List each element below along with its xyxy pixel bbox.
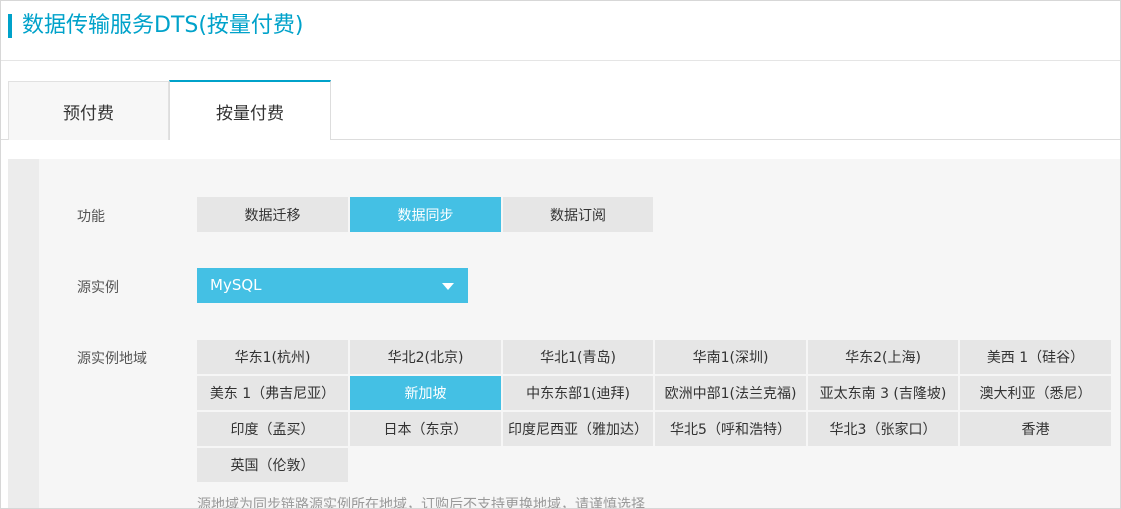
source-instance-select[interactable]: MySQL — [197, 268, 468, 303]
purchase-page: 数据传输服务DTS(按量付费) 预付费 按量付费 功能 数据迁移 数据同步 数据… — [0, 0, 1121, 509]
region-option[interactable]: 华南1(深圳) — [655, 340, 806, 374]
region-option[interactable]: 欧洲中部1(法兰克福) — [655, 376, 806, 410]
region-option[interactable]: 美东 1（弗吉尼亚） — [197, 376, 348, 410]
region-option[interactable]: 华北2(北京) — [350, 340, 501, 374]
function-option-migration[interactable]: 数据迁移 — [197, 197, 348, 232]
billing-tabs: 预付费 按量付费 — [1, 80, 1120, 141]
tab-pay-as-you-go[interactable]: 按量付费 — [169, 80, 331, 141]
function-option-subscribe[interactable]: 数据订阅 — [503, 197, 653, 232]
source-instance-label: 源实例 — [77, 280, 119, 296]
function-option-sync[interactable]: 数据同步 — [350, 197, 501, 232]
region-option[interactable]: 华北5（呼和浩特） — [655, 412, 806, 446]
region-option[interactable]: 香港 — [960, 412, 1111, 446]
page-header: 数据传输服务DTS(按量付费) — [1, 1, 1120, 61]
region-option[interactable]: 华北3（张家口） — [808, 412, 958, 446]
region-option[interactable]: 新加坡 — [350, 376, 501, 410]
panel-gutter — [8, 159, 39, 508]
tab-prepaid[interactable]: 预付费 — [8, 81, 169, 140]
region-option[interactable]: 华北1(青岛) — [503, 340, 653, 374]
region-option[interactable]: 英国（伦敦） — [197, 448, 348, 482]
region-option[interactable]: 华东2(上海) — [808, 340, 958, 374]
region-option[interactable]: 日本（东京） — [350, 412, 501, 446]
chevron-down-icon — [442, 283, 454, 290]
region-option[interactable]: 美西 1（硅谷） — [960, 340, 1111, 374]
region-option[interactable]: 印度（孟买） — [197, 412, 348, 446]
function-label: 功能 — [77, 209, 105, 225]
region-option[interactable]: 中东东部1(迪拜) — [503, 376, 653, 410]
region-option[interactable]: 华东1(杭州) — [197, 340, 348, 374]
region-option[interactable]: 亚太东南 3 (吉隆坡) — [808, 376, 958, 410]
source-instance-value: MySQL — [210, 276, 262, 294]
page-title: 数据传输服务DTS(按量付费) — [22, 13, 304, 38]
region-option[interactable]: 印度尼西亚（雅加达） — [503, 412, 653, 446]
source-region-label: 源实例地域 — [77, 351, 147, 367]
region-note: 源地域为同步链路源实例所在地域，订购后不支持更换地域，请谨慎选择 — [197, 497, 645, 509]
title-accent-bar — [8, 14, 12, 38]
region-option[interactable]: 澳大利亚（悉尼） — [960, 376, 1111, 410]
